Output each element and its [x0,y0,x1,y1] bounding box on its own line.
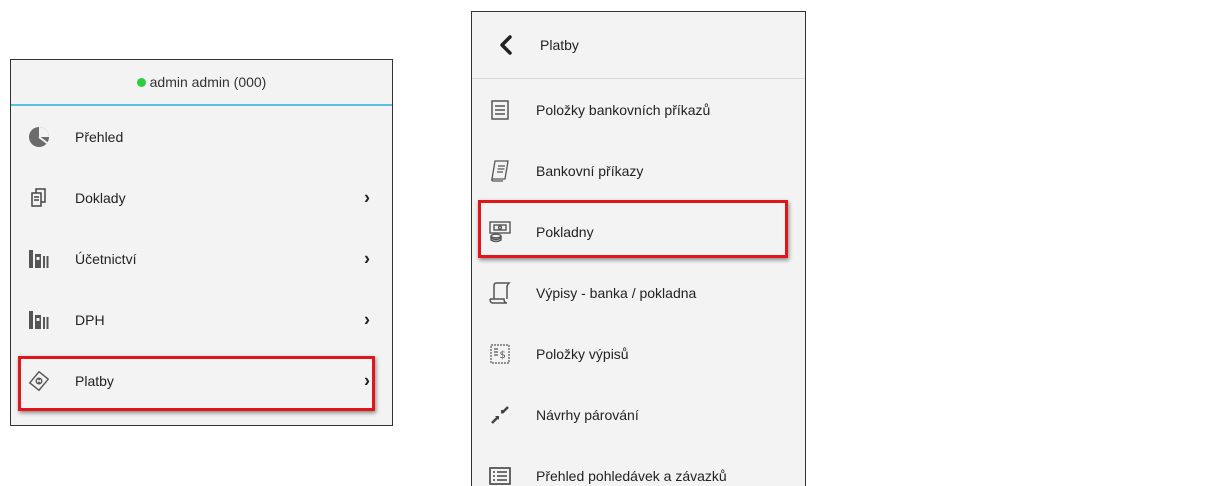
submenu-item-pokladny[interactable]: Pokladny [472,201,805,262]
chevron-right-icon: › [364,370,370,390]
books-icon [27,247,51,271]
submenu-list: Položky bankovních příkazů Bankovní přík… [472,79,805,486]
submenu-panel: Platby Položky bankovních příkazů Bankov… [471,11,806,486]
submenu-label: Návrhy párování [536,406,639,423]
user-bar[interactable]: admin admin (000) [11,60,392,106]
main-menu-label: Platby [75,372,114,389]
submenu-item-polozky-vypisu[interactable]: $ Položky výpisů [472,323,805,384]
arrows-merge-icon [488,403,512,427]
list-overview-icon [488,464,512,486]
statement-items-icon: $ [488,342,512,366]
submenu-item-bankovni-prikazy[interactable]: Bankovní příkazy [472,140,805,201]
main-menu-item-platby[interactable]: Platby › [11,350,392,411]
submenu-label: Bankovní příkazy [536,162,644,179]
submenu-header: Platby [472,12,805,79]
chevron-left-icon[interactable] [492,31,520,59]
chevron-right-icon: › [364,309,370,329]
submenu-label: Pokladny [536,223,594,240]
user-name: admin admin (000) [149,74,267,90]
main-menu-label: Doklady [75,189,126,206]
main-menu-label: Přehled [75,128,124,145]
cash-register-icon [488,220,512,244]
online-status-icon [136,77,146,87]
screenshot-stage: admin admin (000) Přehled Doklady › Účet… [0,0,1216,486]
books-icon [27,308,51,332]
main-menu: Přehled Doklady › Účetnictví › DPH › Pla… [11,106,392,411]
submenu-item-prehled-pohledavek[interactable]: Přehled pohledávek a závazků [472,445,805,486]
submenu-title: Platby [540,37,579,53]
list-document-icon [488,98,512,122]
main-menu-label: Účetnictví [75,250,137,267]
submenu-label: Výpisy - banka / pokladna [536,284,697,301]
submenu-item-polozky-bankovnich-prikazu[interactable]: Položky bankovních příkazů [472,79,805,140]
receipt-icon [488,159,512,183]
main-menu-item-prehled[interactable]: Přehled [11,106,392,167]
chevron-right-icon: › [364,187,370,207]
submenu-label: Položky bankovních příkazů [536,101,711,118]
main-nav-panel: admin admin (000) Přehled Doklady › Účet… [10,59,393,426]
main-menu-item-dph[interactable]: DPH › [11,289,392,350]
submenu-label: Přehled pohledávek a závazků [536,467,727,484]
documents-icon [27,186,51,210]
payment-icon [27,369,51,393]
submenu-item-vypisy[interactable]: Výpisy - banka / pokladna [472,262,805,323]
main-menu-label: DPH [75,311,105,328]
svg-text:$: $ [500,350,506,361]
main-menu-item-ucetnictvi[interactable]: Účetnictví › [11,228,392,289]
scroll-icon [488,281,512,305]
submenu-item-navrhy-parovani[interactable]: Návrhy párování [472,384,805,445]
chevron-right-icon: › [364,248,370,268]
submenu-label: Položky výpisů [536,345,629,362]
main-menu-item-doklady[interactable]: Doklady › [11,167,392,228]
pie-chart-icon [27,125,51,149]
